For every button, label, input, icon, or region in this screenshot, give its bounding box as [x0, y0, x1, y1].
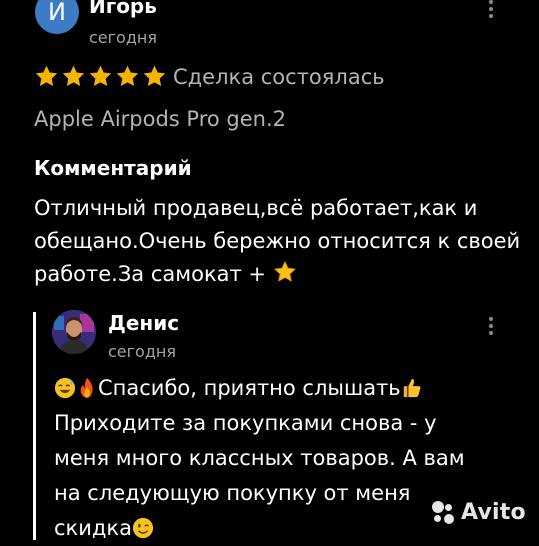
reply-more-menu-icon[interactable]	[485, 317, 497, 335]
star-icon	[62, 65, 85, 86]
seller-avatar[interactable]	[52, 310, 96, 354]
fire-emoji-icon	[80, 377, 93, 399]
reply-text-part1: Спасибо, приятно слышать	[98, 376, 401, 400]
review-date: сегодня	[89, 28, 157, 47]
seller-name[interactable]: Денис	[108, 310, 179, 336]
reply-text: Спасибо, приятно слышать Приходите за по…	[54, 371, 494, 546]
rating-stars	[34, 64, 167, 89]
avito-watermark: Avito	[432, 500, 526, 525]
reviewer-avatar[interactable]: И	[35, 0, 79, 34]
reviewer-initial: И	[48, 0, 66, 26]
star-icon	[89, 65, 112, 86]
seller-photo	[52, 310, 96, 354]
star-emoji-icon	[274, 261, 296, 282]
avito-logo-text: Avito	[461, 500, 526, 525]
star-icon	[35, 65, 58, 86]
review-more-menu-icon[interactable]	[485, 0, 497, 18]
deal-status: Сделка состоялась	[173, 65, 385, 89]
sweat-smile-emoji-icon	[54, 377, 76, 399]
product-name[interactable]: Apple Airpods Pro gen.2	[34, 106, 286, 132]
reply-date: сегодня	[108, 342, 176, 361]
reply-indent-bar	[33, 312, 36, 540]
wink-emoji-icon	[132, 517, 154, 539]
star-icon	[116, 65, 139, 86]
review-card: И Игорь сегодня Сделка состоялась Apple …	[0, 0, 539, 540]
star-icon	[143, 65, 166, 86]
avito-logo-icon	[432, 500, 456, 525]
thumbs-up-emoji-icon	[403, 378, 421, 398]
reviewer-name[interactable]: Игорь	[89, 0, 157, 18]
comment-text: Отличный продавец,всё работает,как и обе…	[34, 192, 524, 291]
comment-heading: Комментарий	[34, 156, 192, 180]
reply-text-part2: Приходите за покупками снова - у меня мн…	[54, 411, 465, 540]
